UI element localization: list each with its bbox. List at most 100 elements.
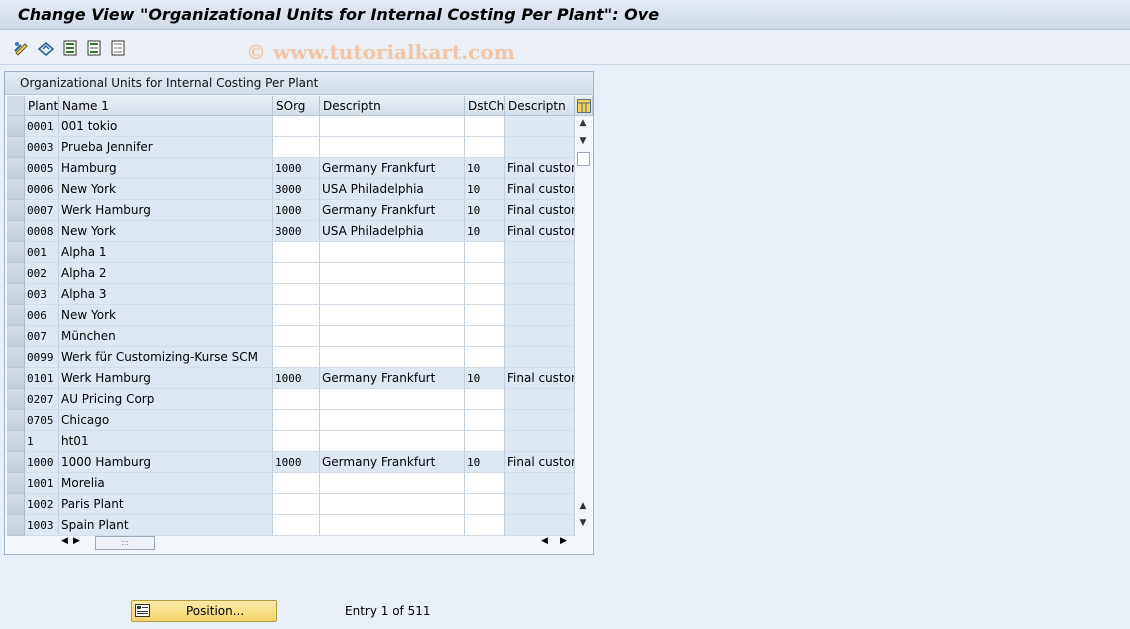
row-selector[interactable] bbox=[7, 242, 25, 263]
cell-dstch[interactable] bbox=[465, 263, 505, 284]
select-all-header[interactable] bbox=[7, 96, 25, 116]
cell-sorg[interactable] bbox=[273, 389, 320, 410]
deselect-all-icon[interactable] bbox=[108, 38, 128, 58]
cell-dstch[interactable] bbox=[465, 137, 505, 158]
cell-dstch[interactable] bbox=[465, 305, 505, 326]
cell-sorg[interactable]: 3000 bbox=[273, 221, 320, 242]
column-header-dstch[interactable]: DstCh bbox=[465, 96, 505, 116]
cell-sorg[interactable] bbox=[273, 347, 320, 368]
edit-icon[interactable] bbox=[12, 38, 32, 58]
cell-sorg-descr[interactable] bbox=[320, 515, 465, 536]
row-selector[interactable] bbox=[7, 263, 25, 284]
cell-sorg-descr[interactable] bbox=[320, 137, 465, 158]
cell-sorg[interactable] bbox=[273, 473, 320, 494]
cell-sorg-descr[interactable]: Germany Frankfurt bbox=[320, 368, 465, 389]
row-selector[interactable] bbox=[7, 158, 25, 179]
cell-sorg[interactable] bbox=[273, 326, 320, 347]
cell-sorg-descr[interactable]: Germany Frankfurt bbox=[320, 158, 465, 179]
cell-dstch[interactable] bbox=[465, 116, 505, 137]
cell-dstch[interactable] bbox=[465, 515, 505, 536]
cell-dstch[interactable] bbox=[465, 473, 505, 494]
scroll-right-icon[interactable]: ▶ bbox=[73, 536, 80, 546]
row-selector[interactable] bbox=[7, 494, 25, 515]
cell-sorg[interactable]: 1000 bbox=[273, 158, 320, 179]
scroll-down-small-icon[interactable]: ▼ bbox=[577, 134, 589, 148]
cell-dstch[interactable]: 10 bbox=[465, 158, 505, 179]
row-selector[interactable] bbox=[7, 515, 25, 536]
vertical-scrollbar[interactable]: ▲ ▼ ▲ ▼ bbox=[575, 116, 591, 534]
cell-sorg[interactable] bbox=[273, 137, 320, 158]
cell-dstch[interactable] bbox=[465, 347, 505, 368]
scroll-thumb[interactable] bbox=[577, 152, 590, 166]
scroll-left-icon[interactable]: ◀ bbox=[61, 536, 68, 546]
cell-sorg[interactable] bbox=[273, 515, 320, 536]
cell-sorg[interactable] bbox=[273, 263, 320, 284]
cell-sorg[interactable]: 1000 bbox=[273, 368, 320, 389]
cell-dstch[interactable] bbox=[465, 326, 505, 347]
cell-sorg-descr[interactable] bbox=[320, 242, 465, 263]
scroll-up-icon[interactable]: ▲ bbox=[577, 116, 589, 130]
row-selector[interactable] bbox=[7, 431, 25, 452]
cell-dstch[interactable] bbox=[465, 389, 505, 410]
cell-sorg[interactable]: 1000 bbox=[273, 200, 320, 221]
cell-dstch[interactable]: 10 bbox=[465, 179, 505, 200]
cell-sorg-descr[interactable] bbox=[320, 410, 465, 431]
row-selector[interactable] bbox=[7, 221, 25, 242]
column-header-dstch-descr[interactable]: Descriptn bbox=[505, 96, 575, 116]
cell-sorg-descr[interactable] bbox=[320, 116, 465, 137]
cell-sorg-descr[interactable] bbox=[320, 473, 465, 494]
cell-sorg-descr[interactable] bbox=[320, 347, 465, 368]
horizontal-scrollbar[interactable]: ◀ ▶ ::: ◀ ▶ bbox=[7, 534, 577, 552]
cell-dstch[interactable] bbox=[465, 431, 505, 452]
position-button[interactable]: Position... bbox=[131, 600, 277, 622]
row-selector[interactable] bbox=[7, 116, 25, 137]
cell-sorg-descr[interactable]: USA Philadelphia bbox=[320, 179, 465, 200]
cell-dstch[interactable]: 10 bbox=[465, 368, 505, 389]
scroll-down-icon[interactable]: ▼ bbox=[577, 516, 589, 530]
cell-sorg-descr[interactable]: USA Philadelphia bbox=[320, 221, 465, 242]
row-selector[interactable] bbox=[7, 200, 25, 221]
row-selector[interactable] bbox=[7, 347, 25, 368]
row-selector[interactable] bbox=[7, 389, 25, 410]
cell-sorg-descr[interactable] bbox=[320, 284, 465, 305]
cell-dstch[interactable]: 10 bbox=[465, 200, 505, 221]
row-selector[interactable] bbox=[7, 473, 25, 494]
cell-dstch[interactable] bbox=[465, 494, 505, 515]
column-header-sorg-descr[interactable]: Descriptn bbox=[320, 96, 465, 116]
row-selector[interactable] bbox=[7, 305, 25, 326]
row-selector[interactable] bbox=[7, 284, 25, 305]
cell-sorg[interactable] bbox=[273, 305, 320, 326]
cell-dstch[interactable] bbox=[465, 284, 505, 305]
cell-sorg-descr[interactable] bbox=[320, 326, 465, 347]
cell-dstch[interactable]: 10 bbox=[465, 452, 505, 473]
cell-sorg-descr[interactable] bbox=[320, 494, 465, 515]
row-selector[interactable] bbox=[7, 368, 25, 389]
row-selector[interactable] bbox=[7, 179, 25, 200]
row-selector[interactable] bbox=[7, 452, 25, 473]
select-block-icon[interactable] bbox=[84, 38, 104, 58]
cell-sorg-descr[interactable] bbox=[320, 431, 465, 452]
select-all-icon[interactable] bbox=[60, 38, 80, 58]
column-header-name[interactable]: Name 1 bbox=[59, 96, 273, 116]
cell-sorg[interactable] bbox=[273, 410, 320, 431]
horizontal-scroll-thumb[interactable]: ::: bbox=[95, 536, 155, 550]
cell-sorg[interactable]: 3000 bbox=[273, 179, 320, 200]
cell-dstch[interactable]: 10 bbox=[465, 221, 505, 242]
scroll-right-end-icon[interactable]: ▶ bbox=[560, 536, 567, 546]
scroll-left-end-icon[interactable]: ◀ bbox=[541, 536, 548, 546]
column-header-plant[interactable]: Plant bbox=[25, 96, 59, 116]
row-selector[interactable] bbox=[7, 410, 25, 431]
cell-sorg[interactable]: 1000 bbox=[273, 452, 320, 473]
cell-dstch[interactable] bbox=[465, 242, 505, 263]
cell-sorg[interactable] bbox=[273, 494, 320, 515]
table-settings-icon[interactable] bbox=[575, 96, 593, 116]
cell-sorg[interactable] bbox=[273, 242, 320, 263]
row-selector[interactable] bbox=[7, 137, 25, 158]
cell-dstch[interactable] bbox=[465, 410, 505, 431]
column-header-sorg[interactable]: SOrg bbox=[273, 96, 320, 116]
cell-sorg[interactable] bbox=[273, 116, 320, 137]
cell-sorg[interactable] bbox=[273, 284, 320, 305]
cell-sorg-descr[interactable]: Germany Frankfurt bbox=[320, 452, 465, 473]
cell-sorg[interactable] bbox=[273, 431, 320, 452]
cell-sorg-descr[interactable] bbox=[320, 389, 465, 410]
